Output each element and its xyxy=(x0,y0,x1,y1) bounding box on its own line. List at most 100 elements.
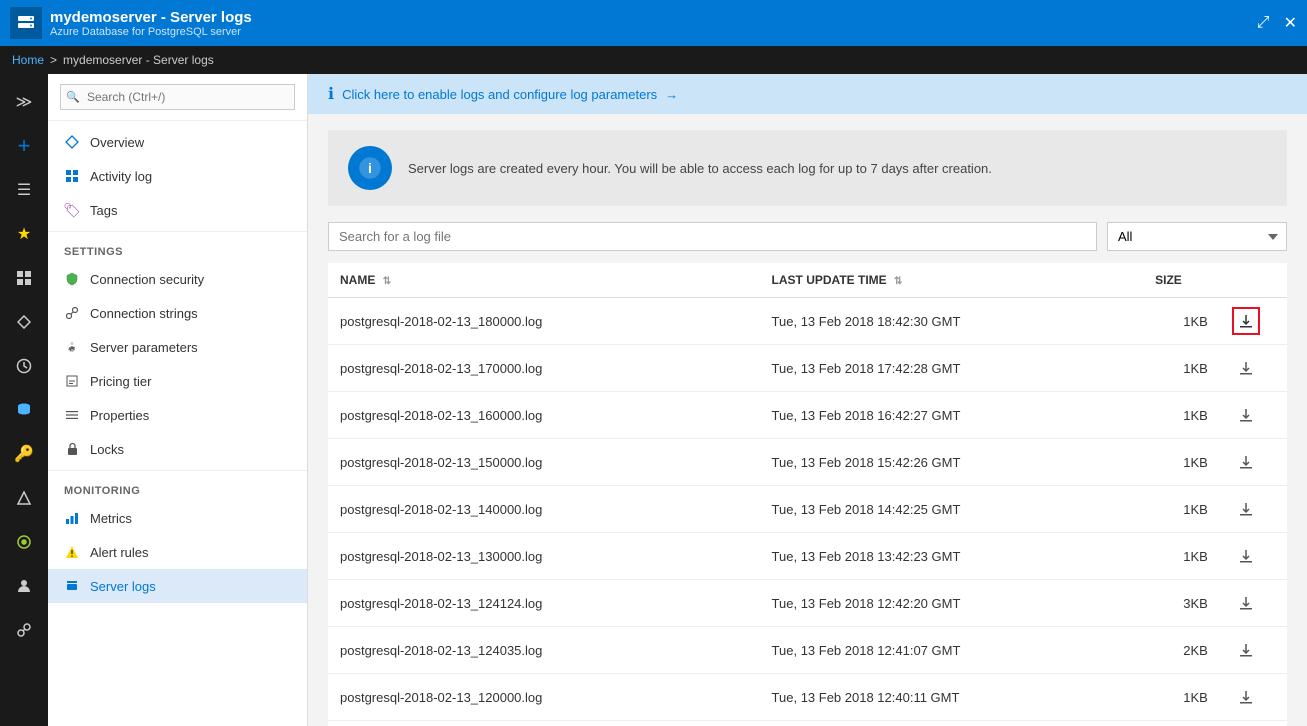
sidebar-item-overview[interactable]: Overview xyxy=(48,125,307,159)
download-button[interactable] xyxy=(1232,589,1260,617)
table-row: postgresql-2018-02-13_124035.logTue, 13 … xyxy=(328,627,1287,674)
sidebar-item-alert-rules[interactable]: Alert rules xyxy=(48,535,307,569)
sidebar-item-connection-strings[interactable]: Connection strings xyxy=(48,296,307,330)
log-time: Tue, 13 Feb 2018 12:42:20 GMT xyxy=(760,580,1144,627)
log-time: Tue, 13 Feb 2018 12:40:11 GMT xyxy=(760,674,1144,721)
log-time: Tue, 13 Feb 2018 17:42:28 GMT xyxy=(760,345,1144,392)
table-row: postgresql-2018-02-13_110000.logTue, 13 … xyxy=(328,721,1287,726)
breadcrumb-current: mydemoserver - Server logs xyxy=(63,53,214,67)
iconbar-db[interactable] xyxy=(4,390,44,430)
log-name: postgresql-2018-02-13_150000.log xyxy=(328,439,760,486)
locks-icon xyxy=(64,441,80,457)
log-time: Tue, 13 Feb 2018 18:42:30 GMT xyxy=(760,298,1144,345)
svg-text:i: i xyxy=(368,160,372,176)
sidebar-item-metrics[interactable]: Metrics xyxy=(48,501,307,535)
log-size: 2KB xyxy=(1143,627,1220,674)
iconbar-list[interactable] xyxy=(4,258,44,298)
sidebar-divider-2 xyxy=(48,470,307,471)
iconbar-plus[interactable]: + xyxy=(4,126,44,166)
sidebar-item-activity-log[interactable]: Activity log xyxy=(48,159,307,193)
log-name: postgresql-2018-02-13_130000.log xyxy=(328,533,760,580)
sidebar: Overview Activity log 🏷 Tags SETTINGS Co… xyxy=(48,74,308,726)
log-search-input[interactable] xyxy=(328,222,1097,251)
download-button[interactable] xyxy=(1232,636,1260,664)
server-logs-icon xyxy=(64,578,80,594)
sidebar-label-connection-security: Connection security xyxy=(90,272,204,287)
iconbar-star[interactable]: ★ xyxy=(4,214,44,254)
sidebar-label-properties: Properties xyxy=(90,408,149,423)
log-size: 1KB xyxy=(1143,392,1220,439)
table-row: postgresql-2018-02-13_170000.logTue, 13 … xyxy=(328,345,1287,392)
info-box: i Server logs are created every hour. Yo… xyxy=(328,130,1287,206)
iconbar-clock[interactable] xyxy=(4,346,44,386)
iconbar-key[interactable]: 🔑 xyxy=(4,434,44,474)
col-header-size: SIZE xyxy=(1143,263,1220,298)
iconbar-diamond[interactable] xyxy=(4,302,44,342)
download-button[interactable] xyxy=(1232,495,1260,523)
content-area: ℹ Click here to enable logs and configur… xyxy=(308,74,1307,726)
table-row: postgresql-2018-02-13_150000.logTue, 13 … xyxy=(328,439,1287,486)
content-inner: i Server logs are created every hour. Yo… xyxy=(308,114,1307,726)
search-input[interactable] xyxy=(60,84,295,110)
download-button[interactable] xyxy=(1232,448,1260,476)
info-banner-text: Click here to enable logs and configure … xyxy=(342,87,657,102)
server-icon xyxy=(10,7,42,39)
breadcrumb-home[interactable]: Home xyxy=(12,53,44,67)
table-row: postgresql-2018-02-13_130000.logTue, 13 … xyxy=(328,533,1287,580)
sidebar-item-properties[interactable]: Properties xyxy=(48,398,307,432)
sidebar-label-activity-log: Activity log xyxy=(90,169,152,184)
log-time: Tue, 13 Feb 2018 12:41:07 GMT xyxy=(760,627,1144,674)
log-action xyxy=(1220,345,1287,392)
download-button[interactable] xyxy=(1232,542,1260,570)
log-action xyxy=(1220,298,1287,345)
log-size: 1KB xyxy=(1143,674,1220,721)
log-size: 1KB xyxy=(1143,439,1220,486)
close-button[interactable]: ✕ xyxy=(1284,13,1297,33)
log-name: postgresql-2018-02-13_120000.log xyxy=(328,674,760,721)
table-row: postgresql-2018-02-13_140000.logTue, 13 … xyxy=(328,486,1287,533)
sidebar-item-server-parameters[interactable]: Server parameters xyxy=(48,330,307,364)
logs-table: NAME ⇅ LAST UPDATE TIME ⇅ SIZE xyxy=(328,263,1287,726)
download-button[interactable] xyxy=(1232,401,1260,429)
log-time: Tue, 13 Feb 2018 14:42:25 GMT xyxy=(760,486,1144,533)
log-name: postgresql-2018-02-13_170000.log xyxy=(328,345,760,392)
iconbar-person[interactable] xyxy=(4,566,44,606)
info-banner-icon: ℹ xyxy=(328,84,334,104)
log-time: Tue, 13 Feb 2018 16:42:27 GMT xyxy=(760,392,1144,439)
connection-strings-icon xyxy=(64,305,80,321)
top-bar: mydemoserver - Server logs Azure Databas… xyxy=(0,0,1307,46)
alert-rules-icon xyxy=(64,544,80,560)
log-size: 1KB xyxy=(1143,486,1220,533)
iconbar-expand[interactable]: ≫ xyxy=(4,82,44,122)
download-button[interactable] xyxy=(1232,307,1260,335)
logs-table-body: postgresql-2018-02-13_180000.logTue, 13 … xyxy=(328,298,1287,726)
sidebar-item-pricing-tier[interactable]: Pricing tier xyxy=(48,364,307,398)
maximize-button[interactable]: ⤢ xyxy=(1257,14,1270,32)
table-row: postgresql-2018-02-13_160000.logTue, 13 … xyxy=(328,392,1287,439)
iconbar-link[interactable] xyxy=(4,610,44,650)
sidebar-item-connection-security[interactable]: Connection security xyxy=(48,262,307,296)
sidebar-item-locks[interactable]: Locks xyxy=(48,432,307,466)
sidebar-divider-1 xyxy=(48,231,307,232)
info-banner[interactable]: ℹ Click here to enable logs and configur… xyxy=(308,74,1307,114)
search-wrap xyxy=(60,84,295,110)
sidebar-item-tags[interactable]: 🏷 Tags xyxy=(48,193,307,227)
top-bar-title: mydemoserver - Server logs Azure Databas… xyxy=(50,9,252,38)
main-layout: ≫ + ☰ ★ 🔑 xyxy=(0,74,1307,726)
iconbar-shape[interactable] xyxy=(4,478,44,518)
time-sort-icon[interactable]: ⇅ xyxy=(894,276,902,287)
log-name: postgresql-2018-02-13_180000.log xyxy=(328,298,760,345)
iconbar-circle[interactable] xyxy=(4,522,44,562)
filter-dropdown[interactable]: All xyxy=(1107,222,1287,251)
name-sort-icon[interactable]: ⇅ xyxy=(383,276,391,287)
sidebar-label-pricing-tier: Pricing tier xyxy=(90,374,151,389)
table-row: postgresql-2018-02-13_120000.logTue, 13 … xyxy=(328,674,1287,721)
log-time: Tue, 13 Feb 2018 15:42:26 GMT xyxy=(760,439,1144,486)
sidebar-item-server-logs[interactable]: Server logs xyxy=(48,569,307,603)
log-action xyxy=(1220,486,1287,533)
download-button[interactable] xyxy=(1232,683,1260,711)
log-name: postgresql-2018-02-13_124035.log xyxy=(328,627,760,674)
download-button[interactable] xyxy=(1232,354,1260,382)
breadcrumb: Home > mydemoserver - Server logs xyxy=(0,46,1307,74)
iconbar-menu[interactable]: ☰ xyxy=(4,170,44,210)
